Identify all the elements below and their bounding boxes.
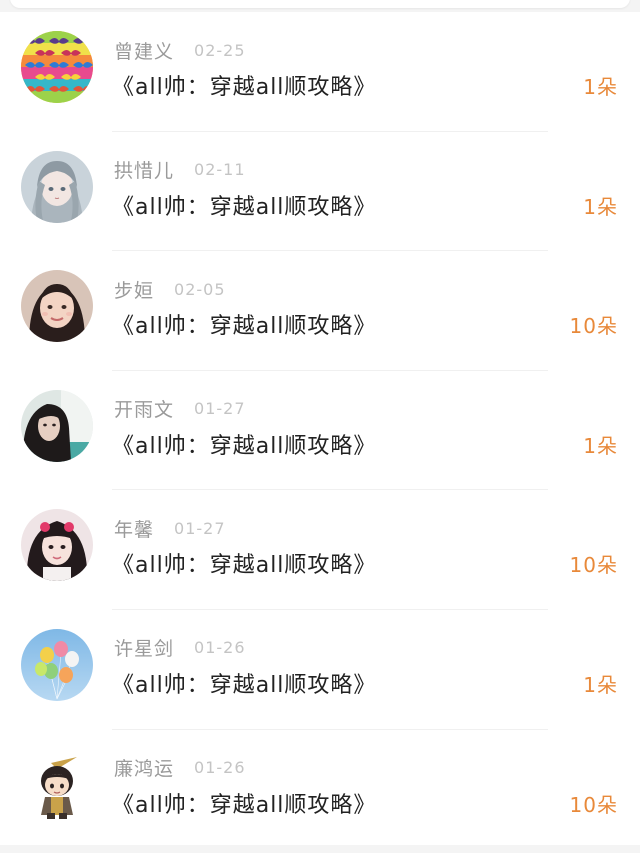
list-item[interactable]: 开雨文 01-27 《all帅：穿越all顺攻略》 1朵 [0, 371, 640, 491]
list-item[interactable]: 年馨 01-27 《all帅：穿越all顺攻略》 10朵 [0, 490, 640, 610]
user-name[interactable]: 开雨文 [114, 395, 174, 422]
gift-date: 01-26 [194, 638, 246, 658]
book-title: 《all帅：穿越all顺攻略》 [112, 553, 377, 579]
list-item[interactable]: 许星剑 01-26 《all帅：穿越all顺攻略》 1朵 [0, 610, 640, 730]
anime-girl-avatar[interactable] [21, 150, 93, 223]
woman-portrait-avatar[interactable] [21, 389, 93, 462]
name-line: 拱惜儿 02-11 [114, 158, 246, 182]
book-title: 《all帅：穿越all顺攻略》 [112, 75, 377, 100]
flower-amount: 10朵 [569, 314, 618, 339]
flower-amount: 10朵 [569, 553, 618, 578]
name-line: 步姮 02-05 [114, 276, 226, 303]
flower-amount: 1朵 [583, 194, 618, 219]
user-name[interactable]: 许星剑 [114, 634, 174, 661]
flower-amount: 10朵 [569, 792, 618, 817]
gift-date: 01-27 [194, 399, 246, 419]
name-line: 许星剑 01-26 [114, 636, 246, 660]
girl-selfie-avatar[interactable] [21, 270, 93, 343]
user-name[interactable]: 曾建义 [114, 37, 174, 64]
user-name[interactable]: 拱惜儿 [114, 156, 174, 183]
flower-amount: 1朵 [583, 433, 618, 458]
gift-date: 02-11 [194, 160, 246, 180]
list-item[interactable]: 廉鸿运 01-26 《all帅：穿越all顺攻略》 10朵 [0, 730, 640, 850]
book-title: 《all帅：穿越all顺攻略》 [112, 194, 377, 220]
user-name[interactable]: 廉鸿运 [114, 754, 174, 781]
mustache-pattern-avatar[interactable] [21, 31, 93, 103]
book-title: 《all帅：穿越all顺攻略》 [112, 672, 377, 698]
book-title: 《all帅：穿越all顺攻略》 [112, 433, 377, 459]
flower-amount: 1朵 [583, 75, 618, 99]
name-line: 曾建义 02-25 [114, 37, 246, 64]
bottom-edge [0, 845, 640, 853]
book-title: 《all帅：穿越all顺攻略》 [112, 314, 377, 340]
user-name[interactable]: 步姮 [114, 276, 154, 303]
cartoon-warrior-avatar[interactable] [21, 748, 93, 821]
gift-list: 曾建义 02-25 《all帅：穿越all顺攻略》 1朵 拱惜儿 02-11 《… [0, 12, 640, 849]
gift-date: 01-26 [194, 758, 246, 778]
gift-date: 02-25 [194, 40, 246, 60]
book-title: 《all帅：穿越all顺攻略》 [112, 792, 377, 818]
gift-date: 02-05 [174, 279, 226, 299]
list-item[interactable]: 曾建义 02-25 《all帅：穿越all顺攻略》 1朵 [0, 12, 640, 132]
name-line: 廉鸿运 01-26 [114, 756, 246, 780]
flower-amount: 1朵 [583, 672, 618, 697]
list-item[interactable]: 步姮 02-05 《all帅：穿越all顺攻略》 10朵 [0, 251, 640, 371]
name-line: 开雨文 01-27 [114, 397, 246, 421]
gift-date: 01-27 [174, 518, 226, 538]
girl-photo-avatar[interactable] [21, 509, 93, 582]
top-card-edge [0, 0, 640, 12]
name-line: 年馨 01-27 [114, 515, 226, 542]
list-item[interactable]: 拱惜儿 02-11 《all帅：穿越all顺攻略》 1朵 [0, 132, 640, 252]
user-name[interactable]: 年馨 [114, 515, 154, 542]
balloons-avatar[interactable] [21, 628, 93, 701]
